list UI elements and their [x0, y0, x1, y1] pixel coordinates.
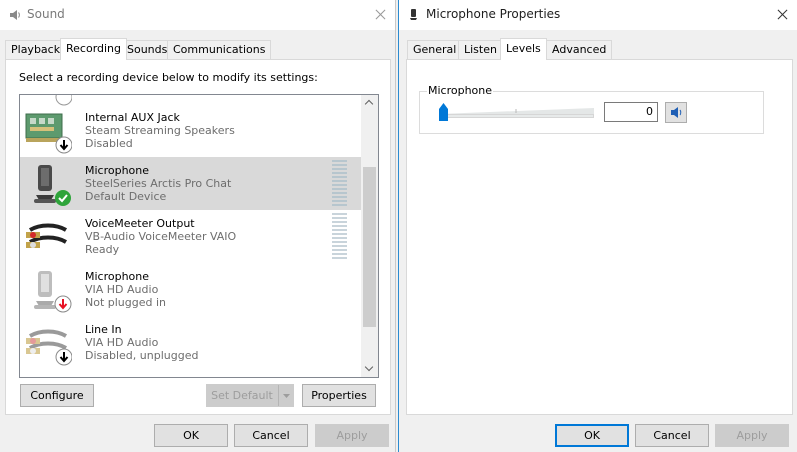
volume-slider-track[interactable] [439, 114, 594, 118]
instruction-text: Select a recording device below to modif… [19, 71, 318, 84]
device-description: VIA HD Audio [85, 336, 159, 349]
recording-tab-panel: Select a recording device below to modif… [5, 59, 391, 415]
list-item[interactable]: Internal AUX Jack Steam Streaming Speake… [20, 104, 362, 157]
device-status: Default Device [85, 190, 167, 203]
scroll-down-button[interactable] [361, 360, 378, 377]
sound-titlebar[interactable]: Sound [0, 0, 395, 30]
device-description: VB-Audio VoiceMeeter VAIO [85, 230, 237, 243]
rca-cable-icon [26, 223, 68, 248]
device-name: Line In [85, 323, 122, 336]
microphone-icon [410, 9, 417, 20]
configure-button[interactable]: Configure [20, 384, 94, 407]
apply-button[interactable]: Apply [715, 424, 789, 447]
device-status: Disabled [85, 137, 133, 150]
device-status: Not plugged in [85, 296, 167, 309]
sound-window: Sound Playback Recording Sounds Communic… [0, 0, 396, 452]
window-title: Microphone Properties [426, 7, 561, 21]
ok-button[interactable]: OK [154, 424, 228, 447]
speaker-icon [671, 107, 682, 118]
list-item[interactable]: Microphone VIA HD Audio Not plugged in [20, 263, 362, 316]
tab-recording[interactable]: Recording [60, 38, 128, 60]
close-button[interactable] [767, 0, 797, 30]
microphone-properties-window: Microphone Properties General Listen Lev… [398, 0, 797, 452]
set-default-button[interactable]: Set Default [206, 384, 294, 407]
mute-toggle-button[interactable] [665, 102, 687, 123]
rca-cable-icon [26, 329, 72, 366]
tab-general[interactable]: General [407, 40, 463, 59]
device-status: Disabled, unplugged [85, 349, 199, 362]
device-description: VIA HD Audio [85, 283, 159, 296]
microphone-icon [34, 271, 72, 313]
list-item-selected[interactable]: Microphone SteelSeries Arctis Pro Chat D… [20, 157, 362, 210]
sound-card-icon [25, 113, 72, 154]
device-status: Ready [85, 243, 120, 256]
close-button[interactable] [365, 0, 395, 30]
set-default-label: Set Default [211, 389, 273, 402]
tab-sounds[interactable]: Sounds [121, 40, 174, 59]
chevron-down-icon[interactable] [278, 385, 293, 406]
device-description: Steam Streaming Speakers [85, 124, 235, 137]
mic-titlebar[interactable]: Microphone Properties [399, 0, 797, 30]
volume-slider-thumb[interactable] [438, 103, 449, 122]
device-description: SteelSeries Arctis Pro Chat [85, 177, 232, 190]
device-name: Microphone [85, 270, 150, 283]
level-value-field[interactable]: 0 [604, 102, 658, 122]
microphone-icon [34, 165, 71, 206]
properties-button[interactable]: Properties [302, 384, 376, 407]
tab-playback[interactable]: Playback [5, 40, 67, 59]
ok-button[interactable]: OK [555, 424, 629, 447]
vertical-scrollbar[interactable] [361, 95, 378, 377]
cancel-button[interactable]: Cancel [234, 424, 308, 447]
window-title: Sound [27, 7, 65, 21]
tab-advanced[interactable]: Advanced [546, 40, 613, 59]
level-meter [332, 213, 347, 259]
list-item[interactable]: Line In VIA HD Audio Disabled, unplugged [20, 316, 362, 369]
level-meter [332, 160, 347, 206]
device-name: Microphone [85, 164, 150, 177]
scroll-up-button[interactable] [361, 95, 378, 112]
recording-device-list[interactable]: Internal AUX Jack Steam Streaming Speake… [19, 94, 379, 378]
tab-communications[interactable]: Communications [167, 40, 272, 59]
group-label: Microphone [427, 84, 494, 97]
levels-tab-panel: Microphone 0 [406, 59, 793, 415]
apply-button[interactable]: Apply [315, 424, 389, 447]
tab-listen[interactable]: Listen [458, 40, 503, 59]
speaker-icon [10, 10, 20, 20]
tab-levels[interactable]: Levels [500, 38, 547, 60]
scroll-thumb[interactable] [363, 167, 376, 327]
cancel-button[interactable]: Cancel [635, 424, 709, 447]
device-name: Internal AUX Jack [85, 111, 180, 124]
device-name: VoiceMeeter Output [85, 217, 195, 230]
list-item[interactable]: VoiceMeeter Output VB-Audio VoiceMeeter … [20, 210, 362, 263]
